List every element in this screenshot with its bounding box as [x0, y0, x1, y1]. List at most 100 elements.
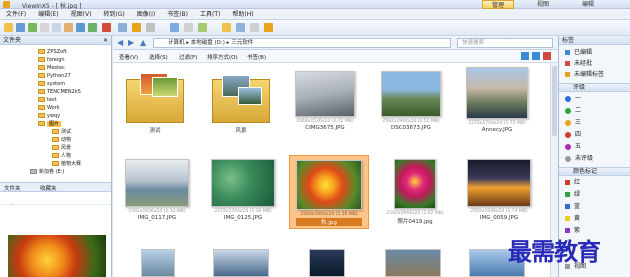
tree-item[interactable]: 风景: [52, 144, 71, 152]
rotate-icon[interactable]: [76, 23, 85, 32]
forward-icon[interactable]: ▶: [128, 38, 134, 47]
fit-icon[interactable]: [184, 23, 193, 32]
menu-goto[interactable]: 转到(G): [97, 9, 130, 20]
tree-item[interactable]: 动物: [52, 136, 71, 144]
thumbnail-item[interactable]: 2048x1536x24 (2.72 MB) CIMG3675.JPG: [285, 71, 365, 131]
scrollbar-thumb[interactable]: [552, 66, 557, 136]
zoom-icon[interactable]: [170, 23, 179, 32]
tree-item-selected[interactable]: 图片: [38, 120, 62, 128]
thumbnail-name[interactable]: 秋.jpg: [296, 218, 362, 226]
tag-icon[interactable]: [222, 23, 231, 32]
thumbnail-item[interactable]: 2592x1944x24 (2.52 MB) DSC03673.JPG: [371, 71, 451, 131]
thumbnail-image[interactable]: [213, 249, 269, 277]
ribbon-tab-view[interactable]: 视图: [527, 0, 559, 9]
rating-header[interactable]: 评级: [559, 83, 630, 92]
tree-item[interactable]: 测试: [52, 128, 71, 136]
save-icon[interactable]: [16, 23, 25, 32]
print-icon[interactable]: [88, 23, 97, 32]
settings-icon[interactable]: [146, 23, 155, 32]
thumbnail-item[interactable]: 2272x1704x24 (1.75 MB) Annecy.JPG: [457, 67, 537, 133]
bookmark-menu[interactable]: 书签(B): [247, 53, 266, 61]
back-icon[interactable]: ◀: [117, 38, 123, 47]
thumbnail-item-selected[interactable]: 2560x1600x24 (1.56 MB) 秋.jpg: [289, 155, 369, 229]
menu-file[interactable]: 文件(F): [0, 9, 32, 20]
thumbnail-item[interactable]: 风景: [201, 71, 281, 134]
rating-2[interactable]: 二: [565, 106, 581, 115]
edit-icon[interactable]: [132, 23, 141, 32]
color-label-header[interactable]: 颜色标记: [559, 167, 630, 176]
open-folder-icon[interactable]: [4, 23, 13, 32]
refresh-icon[interactable]: [28, 23, 37, 32]
tag-untagged[interactable]: 未编辑标签: [565, 70, 604, 79]
view-menu[interactable]: 查看(V): [119, 53, 138, 61]
rating-none[interactable]: 未评级: [565, 154, 593, 163]
ribbon-tab-manage[interactable]: 管理: [482, 0, 514, 9]
color-green[interactable]: 绿: [565, 190, 580, 199]
color-blue[interactable]: 蓝: [565, 202, 580, 211]
thumbnail-image[interactable]: [141, 249, 175, 277]
tree-item[interactable]: foreign: [38, 56, 65, 64]
thumbnail-size-icon[interactable]: [532, 52, 540, 60]
paste-icon[interactable]: [52, 23, 61, 32]
help-icon[interactable]: [264, 23, 273, 32]
tag-unapproved[interactable]: 未经批: [565, 59, 592, 68]
tree-item[interactable]: ywqy: [38, 112, 60, 120]
close-icon[interactable]: ✕: [103, 36, 108, 45]
menu-bookmark[interactable]: 书签(B): [161, 9, 194, 20]
tree-item-drive[interactable]: 新加卷 (E:): [30, 168, 64, 176]
rating-4[interactable]: 四: [565, 130, 581, 139]
tree-item[interactable]: Python27: [38, 72, 71, 80]
search-input[interactable]: 快速搜索: [457, 38, 553, 48]
convert-icon[interactable]: [236, 23, 245, 32]
tag-panel-header: 标签: [559, 36, 630, 45]
menu-edit[interactable]: 编辑(E): [32, 9, 64, 20]
tree-item[interactable]: system: [38, 80, 65, 88]
thumbnail-item[interactable]: 2272x1704x24 (1.39 MB) IMG_0125.JPG: [203, 159, 283, 221]
crumb-computer[interactable]: 计算机: [168, 40, 185, 46]
thumbnail-image[interactable]: [385, 249, 441, 277]
select-menu[interactable]: 选择(S): [149, 53, 168, 61]
tree-item[interactable]: Work: [38, 104, 60, 112]
thumbnail-item[interactable]: 2592x1936x24 (2.32 MB) IMG_0117.JPG: [117, 159, 197, 221]
thumbnail-item[interactable]: 2592x1944x24 (1.62 MB) 照片0419.jpg: [375, 159, 455, 225]
tab-favorites[interactable]: 收藏夹: [40, 184, 57, 192]
thumbnail-image[interactable]: [309, 249, 345, 277]
copy-icon[interactable]: [40, 23, 49, 32]
view-mode-icon[interactable]: [521, 52, 529, 60]
tree-item[interactable]: 植物大赛: [52, 160, 81, 168]
compare-icon[interactable]: [198, 23, 207, 32]
wallpaper-icon[interactable]: [250, 23, 259, 32]
up-icon[interactable]: ▲: [140, 38, 146, 47]
thumbnail-item[interactable]: 2592x1936x24 (1.74 MB) IMG_0059.JPG: [459, 159, 539, 221]
tree-item[interactable]: 人物: [52, 152, 71, 160]
move-icon[interactable]: [64, 23, 73, 32]
thumbnail-meta: 2592x1944x24 (2.52 MB): [382, 119, 440, 124]
delete-icon[interactable]: [102, 23, 111, 32]
rating-3[interactable]: 三: [565, 118, 581, 127]
crumb-drive[interactable]: 本地磁盘 (D:): [191, 40, 225, 46]
color-red[interactable]: 红: [565, 178, 580, 187]
menu-tools[interactable]: 工具(T): [194, 9, 226, 20]
address-field[interactable]: 计算机 ▸ 本地磁盘 (D:) ▸ 三元软件: [153, 38, 451, 48]
menu-view[interactable]: 视图(V): [65, 9, 98, 20]
close-view-icon[interactable]: [543, 52, 551, 60]
slideshow-icon[interactable]: [118, 23, 127, 32]
filter-menu[interactable]: 过滤(F): [179, 53, 197, 61]
tree-item[interactable]: TENCMEN2k5: [38, 88, 81, 96]
tree-item[interactable]: test: [38, 96, 57, 104]
preview-image: [8, 235, 106, 277]
panel-tabs: 文件夹 收藏夹: [0, 182, 111, 192]
menu-help[interactable]: 帮助(H): [226, 9, 259, 20]
color-yellow[interactable]: 黄: [565, 214, 580, 223]
menu-image[interactable]: 图像(I): [131, 9, 161, 20]
rating-1[interactable]: 一: [565, 94, 581, 103]
thumbnail-item[interactable]: 测试: [115, 71, 195, 134]
tree-item[interactable]: Mestec: [38, 64, 65, 72]
crumb-folder[interactable]: 三元软件: [231, 40, 253, 46]
ribbon-tab-edit[interactable]: 编辑: [572, 0, 604, 9]
sort-menu[interactable]: 排序方式(O): [207, 53, 238, 61]
rating-5[interactable]: 五: [565, 142, 581, 151]
tab-folders[interactable]: 文件夹: [4, 184, 21, 192]
tag-edited[interactable]: 已编辑: [565, 48, 592, 57]
tree-item[interactable]: ZPSZoft: [38, 48, 67, 56]
